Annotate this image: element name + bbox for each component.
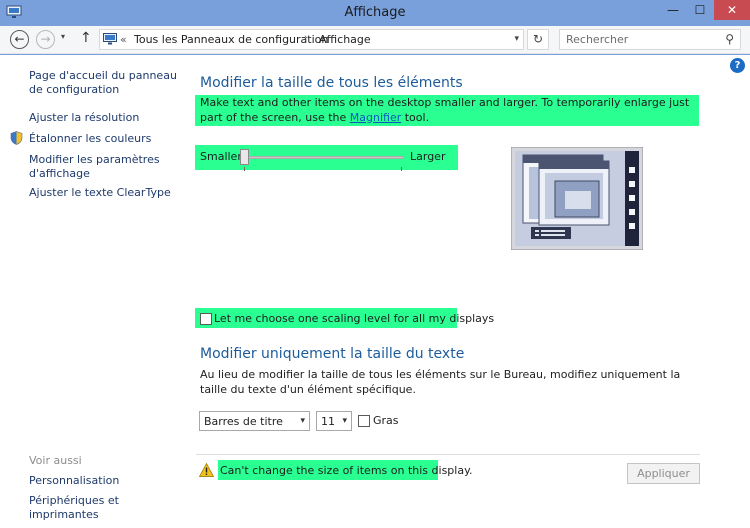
title-bar[interactable]: Affichage — ☐ ✕: [0, 0, 750, 26]
bold-label[interactable]: Gras: [373, 414, 399, 427]
scaling-level-checkbox[interactable]: [200, 313, 212, 325]
window: Affichage — ☐ ✕ ← → ▾ ↑ « Tous les Panne…: [0, 0, 750, 528]
element-select-value: Barres de titre: [204, 415, 283, 428]
refresh-button[interactable]: ↻: [527, 29, 549, 50]
breadcrumb-chevron-icon[interactable]: ›: [304, 33, 308, 43]
slider-tick-min: [244, 167, 245, 171]
search-icon[interactable]: ⚲: [725, 32, 734, 46]
chevron-down-icon: ▾: [300, 416, 305, 426]
help-icon[interactable]: ?: [730, 58, 745, 73]
slider-tick-max: [401, 167, 402, 171]
warning-icon: [199, 463, 214, 477]
recent-locations-button[interactable]: ▾: [61, 32, 65, 41]
font-size-select-value: 11: [321, 415, 335, 428]
slider-min-label: Smaller: [200, 150, 242, 163]
bold-checkbox[interactable]: [358, 415, 370, 427]
address-row: ← → ▾ ↑ « Tous les Panneaux de configura…: [0, 26, 750, 54]
magnifier-link[interactable]: Magnifier: [350, 111, 401, 124]
address-bar[interactable]: « Tous les Panneaux de configuration › A…: [99, 29, 524, 50]
scale-slider-thumb[interactable]: [240, 149, 249, 165]
text-size-description: Au lieu de modifier la taille de tous le…: [200, 368, 681, 396]
description-text-start: Make text and other items on the desktop…: [200, 96, 690, 124]
window-title: Affichage: [344, 5, 406, 20]
up-button[interactable]: ↑: [80, 30, 92, 46]
forward-button[interactable]: →: [36, 30, 55, 49]
description-text-end: tool.: [401, 110, 430, 124]
page-description: Make text and other items on the desktop…: [200, 96, 700, 125]
sidebar-link-calibrate-colors[interactable]: Étalonner les couleurs: [29, 132, 179, 146]
warning-text: Can't change the size of items on this d…: [220, 464, 473, 477]
apply-button[interactable]: Appliquer: [627, 463, 700, 484]
control-panel-icon: [103, 33, 117, 45]
font-size-select[interactable]: 11 ▾: [316, 411, 352, 431]
chevron-down-icon: ▾: [342, 416, 347, 426]
slider-max-label: Larger: [410, 150, 446, 163]
sidebar-link-display-settings[interactable]: Modifier les paramètres d'affichage: [29, 153, 179, 181]
scaling-level-label[interactable]: Let me choose one scaling level for all …: [214, 312, 494, 325]
content-area: ? Page d'accueil du panneau de configura…: [0, 55, 750, 528]
minimize-button[interactable]: —: [660, 0, 686, 20]
search-input[interactable]: [566, 32, 716, 47]
divider: [196, 454, 700, 455]
sidebar-link-home[interactable]: Page d'accueil du panneau de configurati…: [29, 69, 179, 97]
element-select[interactable]: Barres de titre ▾: [199, 411, 310, 431]
sidebar-link-resolution[interactable]: Ajuster la résolution: [29, 111, 179, 125]
breadcrumb-display[interactable]: Affichage: [319, 33, 371, 46]
text-size-heading: Modifier uniquement la taille du texte: [200, 346, 465, 362]
see-also-heading: Voir aussi: [29, 454, 82, 467]
back-button[interactable]: ←: [10, 30, 29, 49]
shield-icon: [10, 131, 23, 145]
sidebar-link-personalization[interactable]: Personnalisation: [29, 474, 179, 488]
display-preview-image: [511, 147, 643, 250]
sidebar-link-devices-printers[interactable]: Périphériques et imprimantes: [29, 494, 179, 522]
maximize-button[interactable]: ☐: [687, 0, 713, 20]
breadcrumb-overflow[interactable]: «: [120, 33, 127, 46]
page-title: Modifier la taille de tous les éléments: [200, 75, 463, 91]
search-box[interactable]: ⚲: [559, 29, 741, 50]
sidebar-link-cleartype[interactable]: Ajuster le texte ClearType: [29, 186, 179, 200]
address-dropdown-icon[interactable]: ▾: [514, 34, 519, 44]
close-button[interactable]: ✕: [714, 0, 750, 20]
breadcrumb-control-panel[interactable]: Tous les Panneaux de configuration: [134, 33, 328, 46]
scale-slider-track[interactable]: [244, 156, 404, 159]
